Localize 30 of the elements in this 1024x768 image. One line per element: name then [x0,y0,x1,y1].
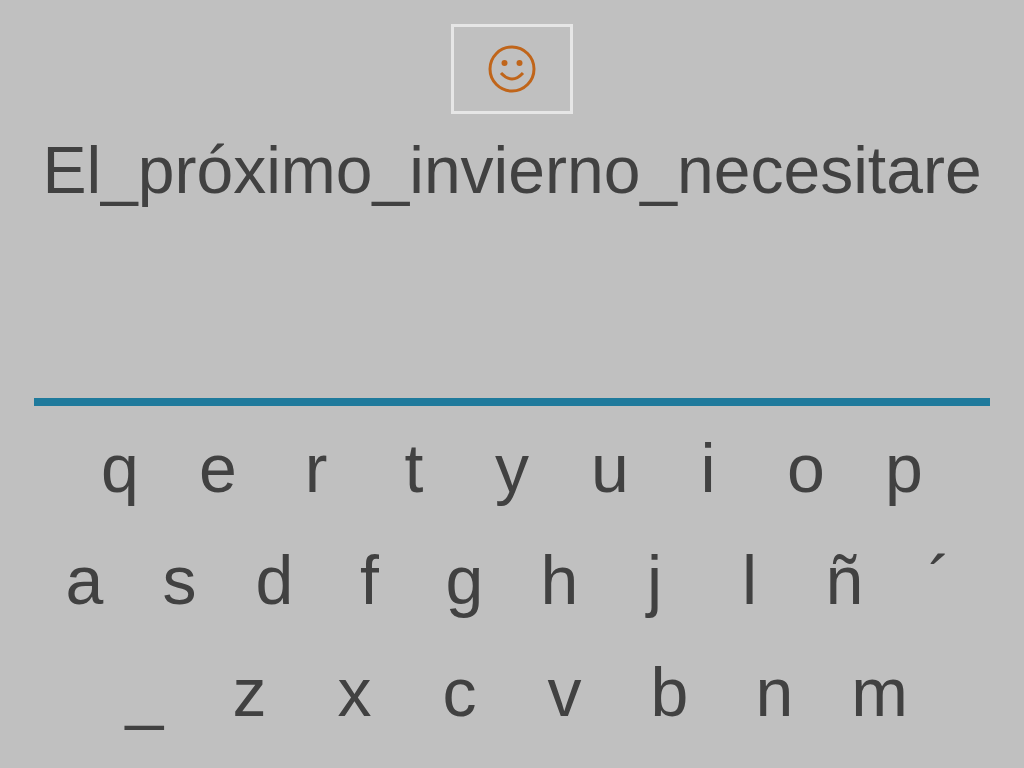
letter-key[interactable]: _ [92,642,197,742]
letter-key[interactable]: v [512,642,617,742]
letter-key[interactable]: p [855,418,953,518]
letter-key[interactable]: h [512,530,607,630]
letter-key[interactable]: g [417,530,512,630]
letter-key[interactable]: ´ [892,530,987,630]
smiley-icon [486,43,538,95]
letter-key[interactable]: j [607,530,702,630]
letter-key[interactable]: m [827,642,932,742]
letter-key[interactable]: u [561,418,659,518]
letter-key[interactable]: b [617,642,722,742]
letter-key[interactable]: f [322,530,417,630]
letter-key[interactable]: e [169,418,267,518]
letter-key[interactable]: z [197,642,302,742]
letter-key[interactable]: l [702,530,797,630]
letter-key[interactable]: ñ [797,530,892,630]
letter-key[interactable]: y [463,418,561,518]
letter-key[interactable]: r [267,418,365,518]
letter-key[interactable]: q [71,418,169,518]
letter-key[interactable]: d [227,530,322,630]
hint-button[interactable] [451,24,573,114]
letter-key[interactable]: o [757,418,855,518]
letter-key[interactable]: c [407,642,512,742]
letter-key[interactable]: s [132,530,227,630]
prompt-text: El_próximo_invierno_necesitare [42,132,982,209]
letter-key[interactable]: n [722,642,827,742]
letter-key[interactable]: a [37,530,132,630]
letter-key[interactable]: x [302,642,407,742]
letter-key[interactable]: t [365,418,463,518]
letter-key[interactable]: i [659,418,757,518]
